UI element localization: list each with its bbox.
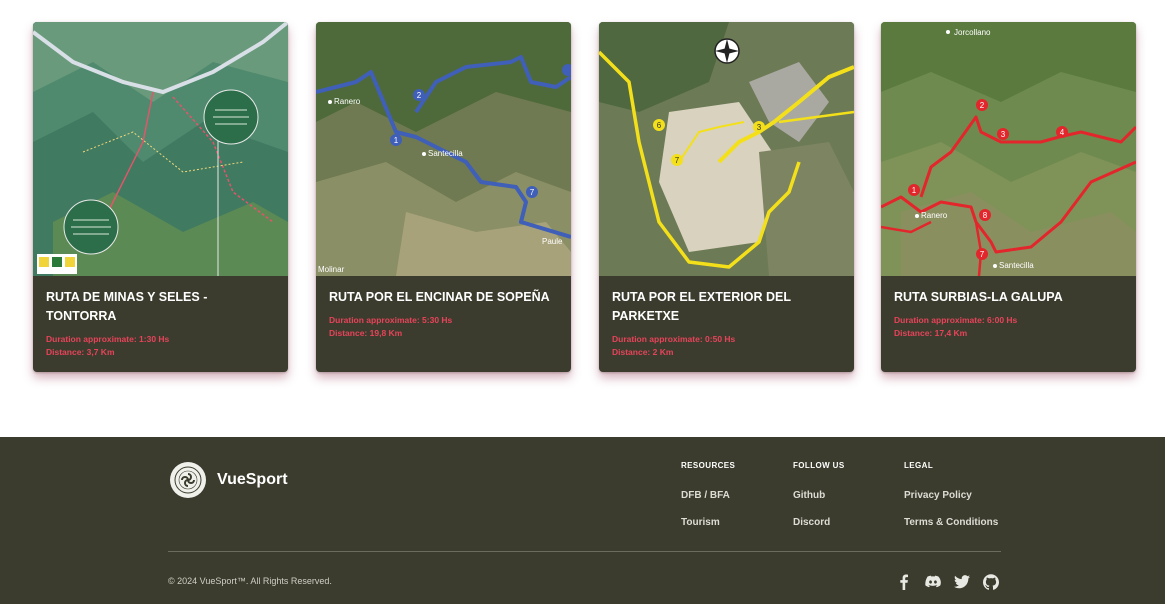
map-label-north: Jorcollano <box>954 28 991 37</box>
brand-logo-icon <box>170 462 206 498</box>
route-title: RUTA DE MINAS Y SELES - TONTORRA <box>46 290 208 323</box>
svg-text:1: 1 <box>912 186 917 195</box>
route-duration: Duration approximate: 0:50 Hs <box>612 334 736 344</box>
facebook-icon[interactable] <box>896 574 912 590</box>
route-map-image <box>33 22 288 276</box>
footer-resources-heading: RESOURCES <box>681 461 736 470</box>
footer-brand[interactable]: VueSport <box>170 462 288 498</box>
route-distance: Distance: 19,8 Km <box>329 328 403 338</box>
svg-text:3: 3 <box>1001 130 1006 139</box>
footer-copyright: © 2024 VueSport™. All Rights Reserved. <box>168 576 332 586</box>
footer-resources-column: RESOURCES DFB / BFA Tourism <box>681 461 736 528</box>
github-icon[interactable] <box>983 574 999 590</box>
site-footer: VueSport RESOURCES DFB / BFA Tourism FOL… <box>0 437 1165 604</box>
route-map-image: 2 1 7 Ranero Santecilla Molinar Paule <box>316 22 571 276</box>
map-label-south: Molinar <box>318 265 345 274</box>
svg-text:7: 7 <box>980 250 985 259</box>
footer-follow-column: FOLLOW US Github Discord <box>793 461 845 528</box>
footer-link-discord[interactable]: Discord <box>793 517 830 528</box>
svg-text:7: 7 <box>530 188 535 197</box>
route-title: RUTA POR EL ENCINAR DE SOPEÑA <box>329 290 550 304</box>
footer-link-dfb-bfa[interactable]: DFB / BFA <box>681 490 730 501</box>
discord-icon[interactable] <box>925 574 941 590</box>
routes-grid: RUTA DE MINAS Y SELES - TONTORRA Duratio… <box>33 22 1136 372</box>
route-title: RUTA SURBIAS-LA GALUPA <box>894 290 1063 304</box>
route-distance: Distance: 17,4 Km <box>894 328 968 338</box>
svg-text:2: 2 <box>980 101 985 110</box>
route-map-image: 6 3 7 <box>599 22 854 276</box>
route-card-parketxe[interactable]: 6 3 7 RUTA POR EL EXTERIOR DEL PARKETXE … <box>599 22 854 372</box>
footer-divider <box>168 551 1001 552</box>
footer-social-links <box>896 574 999 590</box>
svg-text:7: 7 <box>675 156 680 165</box>
map-label-town: Santecilla <box>999 261 1034 270</box>
svg-text:2: 2 <box>417 91 422 100</box>
brand-name: VueSport <box>217 471 288 488</box>
route-card-encinar-sopena[interactable]: 2 1 7 Ranero Santecilla Molinar Paule RU… <box>316 22 571 372</box>
svg-text:4: 4 <box>1060 128 1065 137</box>
route-card-surbias-galupa[interactable]: 2 3 4 1 8 7 Jorcollano Ranero Santecilla… <box>881 22 1136 372</box>
svg-text:6: 6 <box>657 121 662 130</box>
route-duration: Duration approximate: 5:30 Hs <box>329 315 453 325</box>
route-duration: Duration approximate: 6:00 Hs <box>894 315 1018 325</box>
route-distance: Distance: 3,7 Km <box>46 347 115 357</box>
footer-legal-column: LEGAL Privacy Policy Terms & Conditions <box>904 461 998 528</box>
route-duration: Duration approximate: 1:30 Hs <box>46 334 170 344</box>
footer-link-tourism[interactable]: Tourism <box>681 517 720 528</box>
twitter-icon[interactable] <box>954 574 970 590</box>
map-label-west: Ranero <box>921 211 948 220</box>
svg-text:1: 1 <box>394 136 399 145</box>
map-label-west: Ranero <box>334 97 361 106</box>
footer-link-terms-conditions[interactable]: Terms & Conditions <box>904 517 998 528</box>
footer-link-github[interactable]: Github <box>793 490 825 501</box>
route-map-image: 2 3 4 1 8 7 Jorcollano Ranero Santecilla <box>881 22 1136 276</box>
route-title: RUTA POR EL EXTERIOR DEL PARKETXE <box>612 290 791 323</box>
route-distance: Distance: 2 Km <box>612 347 674 357</box>
route-card-minas-seles[interactable]: RUTA DE MINAS Y SELES - TONTORRA Duratio… <box>33 22 288 372</box>
footer-link-privacy-policy[interactable]: Privacy Policy <box>904 490 972 501</box>
svg-text:3: 3 <box>757 123 762 132</box>
footer-legal-heading: LEGAL <box>904 461 934 470</box>
map-label-east: Paule <box>542 237 563 246</box>
svg-text:8: 8 <box>983 211 988 220</box>
footer-follow-heading: FOLLOW US <box>793 461 845 470</box>
map-label-town: Santecilla <box>428 149 463 158</box>
